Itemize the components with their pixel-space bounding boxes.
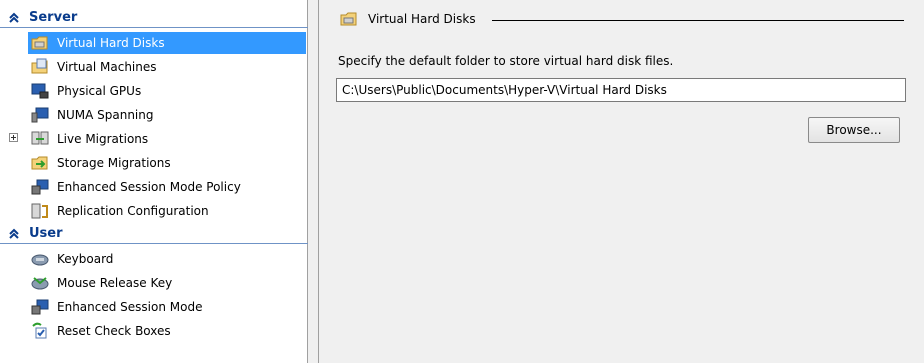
tree-item-virtual-hard-disks[interactable]: Virtual Hard Disks — [0, 31, 308, 55]
tree-item-label: Keyboard — [57, 252, 114, 266]
description-text: Specify the default folder to store virt… — [338, 54, 674, 68]
user-group-header[interactable]: User — [0, 224, 308, 244]
tree-item-label: Physical GPUs — [57, 84, 142, 98]
tree-item-virtual-machines[interactable]: Virtual Machines — [0, 55, 308, 79]
tree-item-physical-gpus[interactable]: Physical GPUs — [0, 79, 308, 103]
settings-panel: Virtual Hard Disks Specify the default f… — [318, 0, 924, 363]
reset-checkbox-icon — [32, 322, 47, 339]
tree-item-label: Virtual Machines — [57, 60, 157, 74]
collapse-chevron-icon[interactable] — [7, 11, 21, 25]
tree-item-label: Virtual Hard Disks — [57, 36, 165, 50]
tree-item-label: Mouse Release Key — [57, 276, 173, 290]
live-migration-icon — [31, 131, 49, 145]
tree-item-enhanced-session-mode[interactable]: Enhanced Session Mode — [0, 295, 308, 319]
tree-item-label: Live Migrations — [57, 132, 149, 146]
tree-item-storage-migrations[interactable]: Storage Migrations — [0, 151, 308, 175]
section-title: Virtual Hard Disks — [340, 10, 476, 28]
tree-item-label: Replication Configuration — [57, 204, 209, 218]
folder-vm-icon — [31, 58, 48, 74]
tree-item-live-migrations[interactable]: Live Migrations — [0, 127, 308, 151]
server-group-header[interactable]: Server — [0, 8, 308, 28]
session-policy-icon — [31, 179, 49, 195]
tree-item-keyboard[interactable]: Keyboard — [0, 247, 308, 271]
tree-item-replication-configuration[interactable]: Replication Configuration — [0, 199, 308, 223]
tree-item-numa-spanning[interactable]: NUMA Spanning — [0, 103, 308, 127]
user-group-label: User — [29, 226, 63, 241]
folder-disk-icon — [31, 36, 48, 50]
replication-icon — [31, 203, 48, 219]
tree-item-mouse-release-key[interactable]: Mouse Release Key — [0, 271, 308, 295]
tree-item-label: Reset Check Boxes — [57, 324, 171, 338]
server-group-label: Server — [29, 10, 78, 25]
session-mode-icon — [31, 299, 49, 315]
section-title-label: Virtual Hard Disks — [368, 12, 476, 26]
section-divider — [492, 20, 904, 21]
tree-item-label: Enhanced Session Mode — [57, 300, 203, 314]
folder-path-input[interactable] — [336, 78, 906, 102]
browse-button[interactable]: Browse... — [808, 117, 900, 143]
tree-item-label: NUMA Spanning — [57, 108, 154, 122]
folder-disk-icon — [340, 12, 357, 26]
settings-tree: Server Virtual Hard Disks Virtual Machin… — [0, 0, 308, 363]
tree-item-label: Enhanced Session Mode Policy — [57, 180, 241, 194]
tree-item-enhanced-session-mode-policy[interactable]: Enhanced Session Mode Policy — [0, 175, 308, 199]
storage-migration-icon — [31, 156, 48, 170]
collapse-chevron-icon[interactable] — [7, 227, 21, 241]
mouse-release-icon — [31, 277, 49, 290]
numa-icon — [31, 107, 49, 123]
keyboard-icon — [31, 254, 49, 266]
tree-item-label: Storage Migrations — [57, 156, 171, 170]
gpu-monitor-icon — [31, 83, 49, 99]
tree-item-reset-check-boxes[interactable]: Reset Check Boxes — [0, 319, 308, 343]
